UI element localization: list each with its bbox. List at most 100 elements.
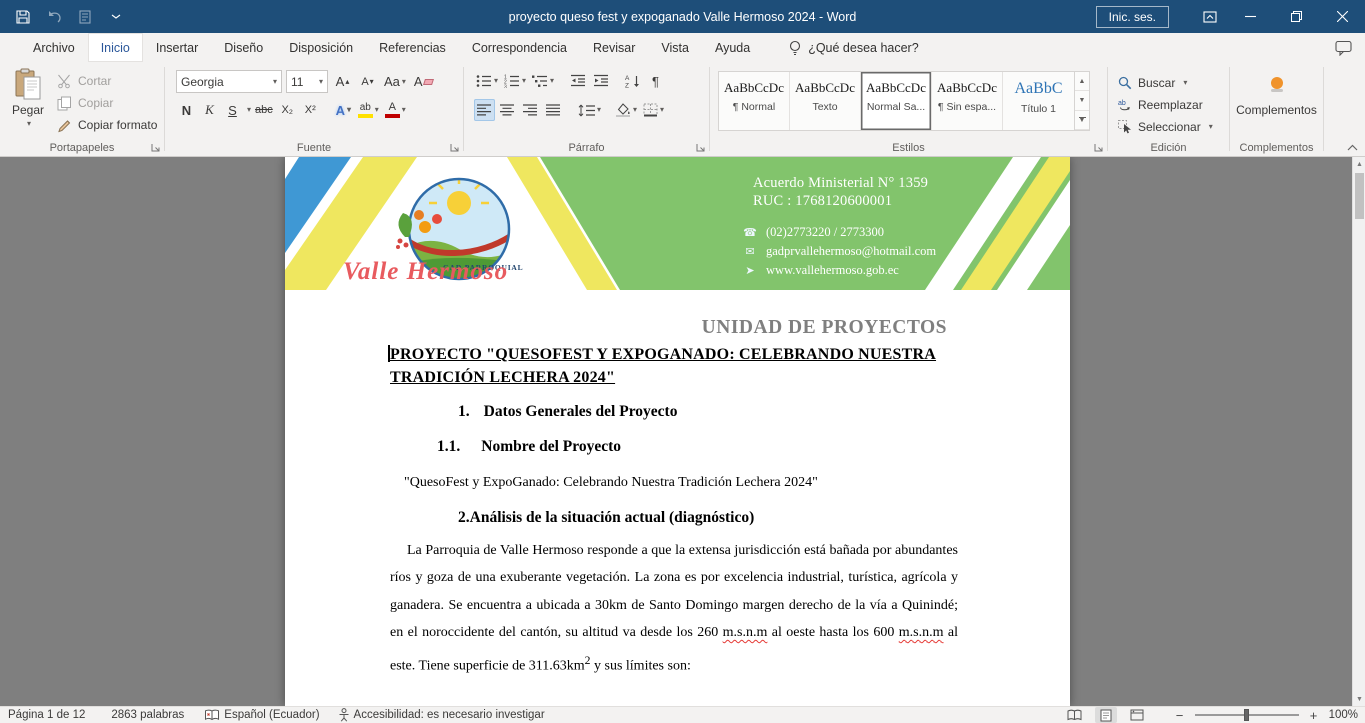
cut-button[interactable]: Cortar (57, 70, 157, 92)
style-card-normal[interactable]: AaBbCcDc ¶ Normal (719, 72, 790, 130)
shading-button[interactable]: ▾ (613, 99, 639, 121)
redo-button[interactable] (76, 8, 94, 26)
scroll-down-button[interactable]: ▼ (1353, 692, 1365, 706)
tab-correspondencia[interactable]: Correspondencia (459, 33, 580, 62)
clear-formatting-button[interactable]: A (412, 71, 435, 93)
bold-button[interactable]: N (176, 99, 197, 121)
document-title[interactable]: PROYECTO "QUESOFEST Y EXPOGANADO: CELEBR… (390, 343, 962, 389)
strikethrough-button[interactable]: abc (253, 99, 275, 121)
print-layout-button[interactable] (1095, 707, 1117, 723)
sort-button[interactable]: AZ (622, 70, 643, 92)
select-button[interactable]: Seleccionar▾ (1118, 116, 1213, 138)
align-center-button[interactable] (497, 99, 518, 121)
page-count[interactable]: Página 1 de 12 (8, 709, 85, 721)
align-left-button[interactable] (474, 99, 495, 121)
subscript-button[interactable]: X₂ (277, 99, 298, 121)
styles-dialog-launcher[interactable] (1093, 142, 1104, 153)
find-button[interactable]: Buscar▾ (1118, 72, 1213, 94)
tab-ayuda[interactable]: Ayuda (702, 33, 763, 62)
scroll-up-button[interactable]: ▲ (1353, 157, 1365, 171)
tell-me-box[interactable]: ¿Qué desea hacer? (789, 33, 919, 62)
scrollbar-thumb[interactable] (1355, 173, 1364, 219)
multilevel-list-button[interactable]: ▾ (530, 70, 556, 92)
italic-button[interactable]: K (199, 99, 220, 121)
zoom-in-button[interactable]: + (1308, 709, 1320, 722)
styles-scroll-up-button[interactable]: ▲ (1075, 72, 1089, 91)
highlight-color-button[interactable]: ab▾ (356, 99, 381, 121)
show-marks-button[interactable]: ¶ (645, 70, 666, 92)
accessibility-status[interactable]: Accesibilidad: es necesario investigar (338, 708, 545, 722)
tab-archivo[interactable]: Archivo (20, 33, 88, 62)
bullets-button[interactable]: ▾ (474, 70, 500, 92)
tab-disposicion[interactable]: Disposición (276, 33, 366, 62)
unit-heading[interactable]: UNIDAD DE PROYECTOS (702, 317, 947, 339)
addins-button[interactable]: Complementos (1230, 74, 1323, 117)
font-family-combo[interactable]: Georgia▾ (176, 70, 282, 93)
vertical-scrollbar[interactable]: ▲ ▼ (1352, 157, 1365, 706)
zoom-out-button[interactable]: − (1174, 709, 1186, 722)
style-card-texto[interactable]: AaBbCcDc Texto (790, 72, 861, 130)
minimize-button[interactable] (1227, 0, 1273, 33)
grow-font-button[interactable]: A▴ (332, 71, 353, 93)
justify-button[interactable] (543, 99, 564, 121)
letterhead-banner: GAD PARROQUIAL Valle Hermoso Acuerdo Min… (285, 157, 1070, 290)
style-card-normal-sa[interactable]: AaBbCcDc Normal Sa... (861, 72, 932, 130)
heading-1-1[interactable]: 1.1.Nombre del Proyecto (390, 438, 621, 456)
document-page[interactable]: GAD PARROQUIAL Valle Hermoso Acuerdo Min… (285, 157, 1070, 706)
collapse-ribbon-button[interactable] (1344, 141, 1360, 153)
clipboard-dialog-launcher[interactable] (150, 142, 161, 153)
font-color-button[interactable]: A▾ (383, 99, 408, 121)
heading-2[interactable]: 2.Análisis de la situación actual (diagn… (390, 509, 754, 527)
paste-button[interactable]: Pegar ▾ (4, 68, 52, 150)
align-right-button[interactable] (520, 99, 541, 121)
styles-scroll-down-button[interactable]: ▼ (1075, 91, 1089, 110)
copy-button[interactable]: Copiar (57, 92, 157, 114)
word-count[interactable]: 2863 palabras (111, 709, 184, 721)
feedback-button[interactable] (1335, 33, 1352, 62)
read-mode-button[interactable] (1064, 707, 1086, 723)
replace-button[interactable]: ab Reemplazar (1118, 94, 1213, 116)
cursor-arrow-icon: ➤ (743, 264, 757, 277)
text-effects-button[interactable]: A▾ (333, 99, 354, 121)
proofing-status[interactable]: Español (Ecuador) (204, 709, 319, 721)
font-size-combo[interactable]: 11▾ (286, 70, 328, 93)
line-spacing-button[interactable]: ▾ (576, 99, 603, 121)
body-paragraph[interactable]: La Parroquia de Valle Hermoso responde a… (390, 537, 958, 680)
superscript-button[interactable]: X² (300, 99, 321, 121)
chevron-down-icon[interactable]: ▾ (247, 106, 251, 114)
web-layout-button[interactable] (1126, 707, 1148, 723)
tab-referencias[interactable]: Referencias (366, 33, 459, 62)
format-painter-button[interactable]: Copiar formato (57, 114, 157, 136)
underline-button[interactable]: S (222, 99, 243, 121)
restore-button[interactable] (1273, 0, 1319, 33)
tab-inicio[interactable]: Inicio (88, 33, 143, 62)
style-card-titulo-1[interactable]: AaBbC Título 1 (1003, 72, 1074, 130)
close-button[interactable] (1319, 0, 1365, 33)
borders-button[interactable]: ▾ (641, 99, 666, 121)
undo-button[interactable] (45, 8, 63, 26)
zoom-slider[interactable] (1195, 714, 1299, 716)
heading-1[interactable]: 1.Datos Generales del Proyecto (390, 403, 677, 421)
save-button[interactable] (14, 8, 32, 26)
font-dialog-launcher[interactable] (449, 142, 460, 153)
paragraph-dialog-launcher[interactable] (695, 142, 706, 153)
tab-insertar[interactable]: Insertar (143, 33, 211, 62)
style-card-sin-espaciado[interactable]: AaBbCcDc ¶ Sin espa... (932, 72, 1003, 130)
tab-diseno[interactable]: Diseño (211, 33, 276, 62)
find-label: Buscar (1138, 76, 1175, 90)
tab-vista[interactable]: Vista (648, 33, 702, 62)
numbering-button[interactable]: 123▾ (502, 70, 528, 92)
tab-revisar[interactable]: Revisar (580, 33, 648, 62)
sign-in-button[interactable]: Inic. ses. (1096, 6, 1169, 28)
increase-indent-button[interactable] (590, 70, 611, 92)
shrink-font-button[interactable]: A▾ (357, 71, 378, 93)
zoom-slider-thumb[interactable] (1244, 709, 1249, 721)
ribbon-display-options-button[interactable] (1193, 0, 1227, 33)
styles-more-button[interactable]: ▼ (1075, 111, 1089, 130)
project-name-line[interactable]: "QuesoFest y ExpoGanado: Celebrando Nues… (404, 475, 818, 491)
change-case-button[interactable]: Aa▾ (382, 71, 408, 93)
quick-access-toolbar-chevron[interactable] (107, 8, 125, 26)
zoom-level[interactable]: 100% (1329, 709, 1358, 721)
decrease-indent-button[interactable] (567, 70, 588, 92)
tell-me-label: ¿Qué desea hacer? (808, 41, 919, 55)
